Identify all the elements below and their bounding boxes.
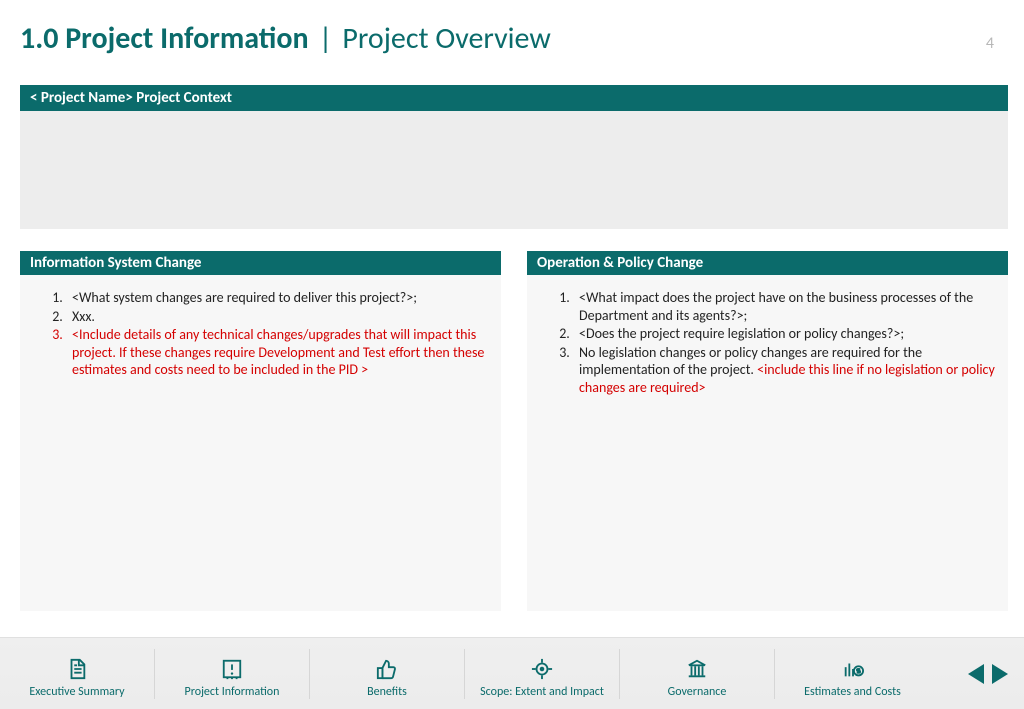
left-column-header: Information System Change bbox=[20, 251, 501, 275]
left-column-body: <What system changes are required to del… bbox=[20, 275, 501, 611]
nav-item-scope-extent-and-impact[interactable]: Scope: Extent and Impact bbox=[465, 649, 620, 699]
title-subtitle: Project Overview bbox=[342, 20, 550, 57]
nav-item-benefits[interactable]: Benefits bbox=[310, 649, 465, 699]
right-column: Operation & Policy Change <What impact d… bbox=[527, 251, 1008, 611]
nav-label: Executive Summary bbox=[29, 685, 124, 699]
left-column: Information System Change <What system c… bbox=[20, 251, 501, 611]
nav-item-governance[interactable]: Governance bbox=[620, 649, 775, 699]
list-item: <Include details of any technical change… bbox=[66, 326, 489, 380]
document-icon bbox=[62, 657, 92, 681]
page-title-group: 1.0 Project Information | Project Overvi… bbox=[20, 20, 551, 57]
title-section: 1.0 Project Information bbox=[20, 20, 309, 57]
target-icon bbox=[527, 657, 557, 681]
context-header-bar: < Project Name> Project Context bbox=[20, 85, 1008, 111]
building-icon bbox=[682, 657, 712, 681]
nav-label: Project Information bbox=[185, 685, 280, 699]
nav-item-estimates-and-costs[interactable]: Estimates and Costs bbox=[775, 649, 930, 699]
nav-label: Scope: Extent and Impact bbox=[480, 685, 604, 699]
list-item: <What system changes are required to del… bbox=[66, 289, 489, 308]
nav-item-executive-summary[interactable]: Executive Summary bbox=[0, 649, 155, 699]
info-icon bbox=[217, 657, 247, 681]
list-item-red-tail: <include this line if no legislation or … bbox=[579, 361, 995, 396]
thumb-icon bbox=[372, 657, 402, 681]
list-item: <What impact does the project have on th… bbox=[573, 289, 996, 325]
right-column-body: <What impact does the project have on th… bbox=[527, 275, 1008, 611]
right-column-header: Operation & Policy Change bbox=[527, 251, 1008, 275]
page-number: 4 bbox=[986, 34, 1004, 53]
nav-label: Estimates and Costs bbox=[804, 685, 901, 699]
list-item: No legislation changes or policy changes… bbox=[573, 344, 996, 398]
list-item: Xxx. bbox=[66, 308, 489, 327]
next-arrow[interactable] bbox=[990, 662, 1010, 686]
list-item: <Does the project require legislation or… bbox=[573, 325, 996, 344]
context-body bbox=[20, 111, 1008, 229]
nav-item-project-information[interactable]: Project Information bbox=[155, 649, 310, 699]
money-icon bbox=[838, 657, 868, 681]
prev-arrow[interactable] bbox=[966, 662, 986, 686]
nav-label: Governance bbox=[668, 685, 727, 699]
title-separator: | bbox=[313, 20, 339, 57]
nav-label: Benefits bbox=[367, 685, 407, 699]
